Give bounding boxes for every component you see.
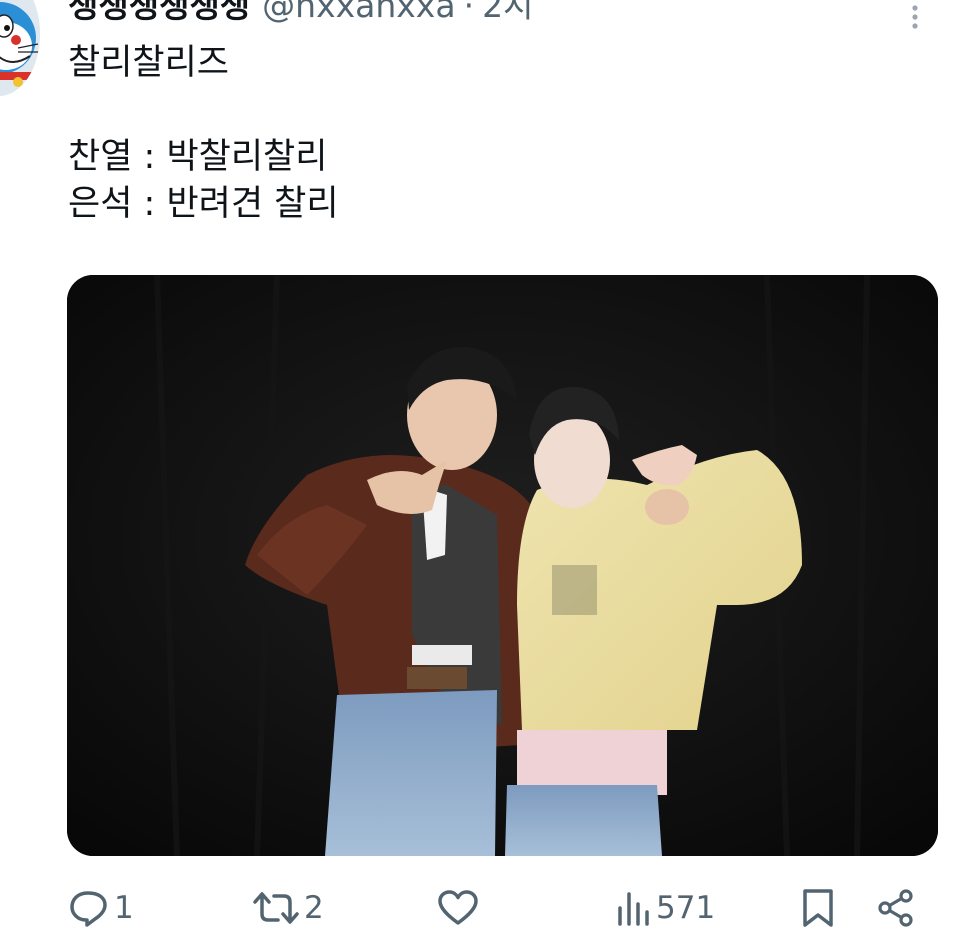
tweet-text-line: 찬열 : 박찰리찰리 — [68, 137, 328, 177]
like-button[interactable] — [437, 886, 479, 930]
views-chart-icon — [618, 892, 649, 926]
avatar-image — [0, 0, 40, 96]
heart-icon — [438, 890, 478, 925]
tweet-text-line: 은석 : 반려견 찰리 — [68, 184, 339, 224]
bookmark-button[interactable] — [800, 886, 836, 930]
bookmark-icon — [803, 889, 833, 927]
photo-image — [67, 275, 938, 856]
retweet-count: 2 — [304, 890, 324, 926]
retweet-button[interactable]: 2 — [252, 886, 324, 930]
views-button[interactable]: 571 — [616, 886, 715, 930]
tweet-header: 쟁쟁쟁쟁쟁쟁 @hxxahxxa · 2시 — [68, 0, 533, 26]
author-display-name[interactable]: 쟁쟁쟁쟁쟁쟁 — [68, 0, 250, 26]
tweet-timestamp[interactable]: 2시 — [482, 0, 533, 26]
tweet-view: 쟁쟁쟁쟁쟁쟁 @hxxahxxa · 2시 찰리찰리즈 찬열 : 박찰리찰리 은… — [0, 0, 971, 939]
more-vertical-icon — [912, 5, 918, 29]
author-handle[interactable]: @hxxahxxa — [262, 0, 455, 26]
tweet-text-line — [68, 87, 339, 134]
author-avatar[interactable] — [0, 0, 40, 96]
reply-icon — [70, 891, 107, 927]
tweet-photo[interactable] — [67, 275, 938, 856]
share-icon — [878, 889, 913, 927]
tweet-text: 찰리찰리즈 찬열 : 박찰리찰리 은석 : 반려견 찰리 — [68, 40, 339, 228]
more-options-button[interactable] — [900, 2, 930, 32]
header-separator: · — [463, 0, 475, 25]
share-button[interactable] — [876, 886, 916, 930]
reply-button[interactable]: 1 — [68, 886, 134, 930]
view-count: 571 — [656, 890, 716, 926]
retweet-icon — [253, 892, 299, 924]
tweet-text-line: 찰리찰리즈 — [68, 43, 230, 83]
reply-count: 1 — [114, 890, 134, 926]
